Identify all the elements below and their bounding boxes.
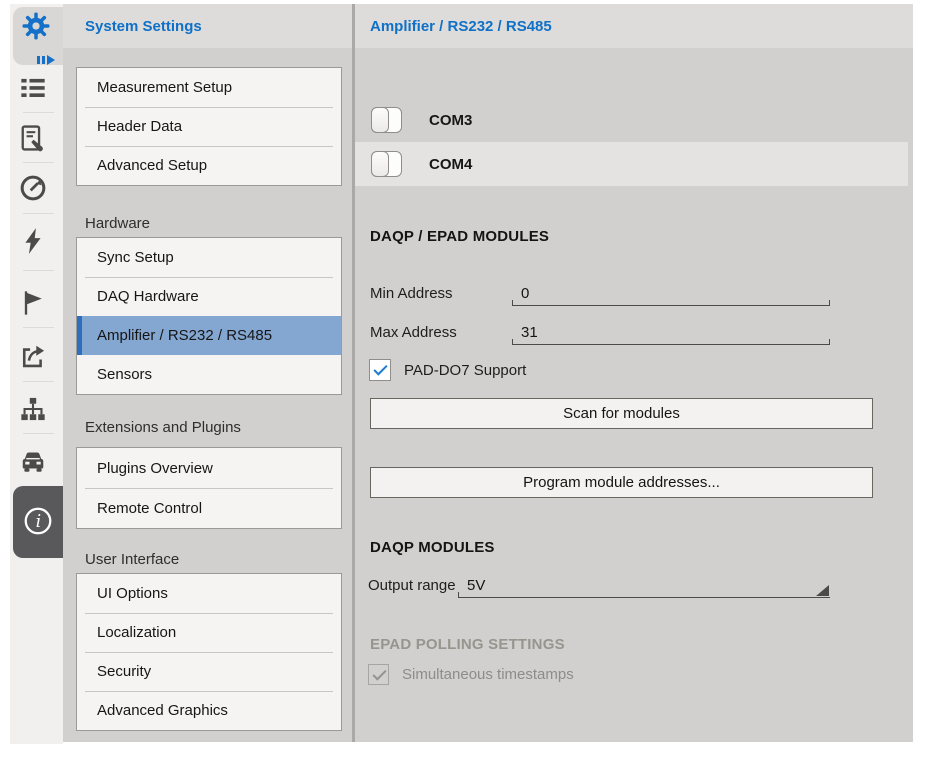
output-range-row: Output range 5V bbox=[355, 573, 913, 599]
section-label-user-interface: User Interface bbox=[85, 550, 179, 570]
com4-label: COM4 bbox=[429, 156, 472, 173]
settings-sidebar: System Settings Measurement Setup Header… bbox=[63, 4, 352, 742]
tab-settings[interactable] bbox=[13, 7, 63, 65]
max-address-row: Max Address 31 bbox=[355, 320, 913, 346]
toolbar-divider bbox=[23, 270, 54, 271]
max-address-label: Max Address bbox=[370, 320, 457, 346]
sitemap-icon bbox=[19, 395, 47, 423]
output-range-dropdown[interactable]: 5V bbox=[458, 573, 830, 598]
sidebar-item-sensors[interactable]: Sensors bbox=[77, 355, 341, 394]
toolbar-divider bbox=[23, 112, 54, 113]
car-icon bbox=[19, 447, 47, 475]
sidebar-item-security[interactable]: Security bbox=[77, 652, 341, 691]
toolbar-divider bbox=[23, 213, 54, 214]
sidebar-item-daq-hardware[interactable]: DAQ Hardware bbox=[77, 277, 341, 316]
toolbar-button-vehicle[interactable] bbox=[18, 446, 48, 476]
svg-text:i: i bbox=[36, 512, 42, 532]
min-address-input[interactable]: 0 bbox=[512, 281, 830, 306]
play-bars-icon bbox=[37, 52, 55, 70]
sidebar-item-advanced-graphics[interactable]: Advanced Graphics bbox=[77, 691, 341, 730]
com4-row: COM4 bbox=[355, 142, 908, 186]
sidebar-group-general: Measurement Setup Header Data Advanced S… bbox=[76, 67, 342, 186]
sidebar-item-amplifier-rs232-rs485[interactable]: Amplifier / RS232 / RS485 bbox=[77, 316, 341, 355]
toolbar-button-network[interactable] bbox=[18, 394, 48, 424]
toolbar-button-export[interactable] bbox=[18, 341, 48, 371]
epad-polling-settings-heading: EPAD POLLING SETTINGS bbox=[370, 636, 565, 654]
com3-row: COM3 bbox=[355, 98, 908, 142]
export-icon bbox=[19, 342, 47, 370]
com4-toggle[interactable] bbox=[371, 151, 402, 177]
sidebar-item-advanced-setup[interactable]: Advanced Setup bbox=[77, 146, 341, 185]
min-address-label: Min Address bbox=[370, 281, 453, 307]
info-icon: i bbox=[22, 505, 54, 542]
toolbar-button-acquisition[interactable] bbox=[18, 226, 48, 256]
sidebar-group-extensions: Plugins Overview Remote Control bbox=[76, 447, 342, 529]
simultaneous-timestamps-checkbox bbox=[368, 664, 389, 685]
sidebar-item-plugins-overview[interactable]: Plugins Overview bbox=[77, 448, 341, 488]
dropdown-arrow-icon bbox=[816, 585, 829, 596]
daqp-epad-modules-heading: DAQP / EPAD MODULES bbox=[370, 228, 549, 246]
pad-do7-row: PAD-DO7 Support bbox=[369, 359, 526, 381]
toolbar-button-channel-list[interactable] bbox=[18, 73, 48, 103]
sidebar-item-ui-options[interactable]: UI Options bbox=[77, 574, 341, 613]
toolbar-button-setup-file[interactable] bbox=[18, 123, 48, 153]
min-address-value: 0 bbox=[521, 285, 529, 302]
sidebar-item-sync-setup[interactable]: Sync Setup bbox=[77, 238, 341, 277]
sidebar-title: System Settings bbox=[85, 18, 202, 35]
toolbar-divider bbox=[23, 381, 54, 382]
program-module-addresses-button[interactable]: Program module addresses... bbox=[370, 467, 873, 498]
com3-label: COM3 bbox=[429, 112, 472, 129]
setup-file-wrench-icon bbox=[19, 124, 47, 152]
toolbar-button-measure[interactable] bbox=[18, 173, 48, 203]
section-label-extensions: Extensions and Plugins bbox=[85, 418, 241, 438]
sidebar-item-measurement-setup[interactable]: Measurement Setup bbox=[77, 68, 341, 107]
section-label-hardware: Hardware bbox=[85, 214, 150, 234]
gear-icon bbox=[21, 11, 51, 46]
pad-do7-checkbox[interactable] bbox=[369, 359, 391, 381]
pad-do7-label: PAD-DO7 Support bbox=[404, 362, 526, 379]
main-header: Amplifier / RS232 / RS485 bbox=[355, 4, 913, 48]
toolbar-button-flag[interactable] bbox=[18, 288, 48, 318]
com3-toggle[interactable] bbox=[371, 107, 402, 133]
scan-for-modules-button[interactable]: Scan for modules bbox=[370, 398, 873, 429]
output-range-label: Output range bbox=[368, 573, 456, 599]
sidebar-item-header-data[interactable]: Header Data bbox=[77, 107, 341, 146]
toolbar-divider bbox=[23, 433, 54, 434]
mode-toolbar: i bbox=[10, 4, 63, 744]
simultaneous-timestamps-label: Simultaneous timestamps bbox=[402, 666, 574, 683]
flag-icon bbox=[19, 289, 47, 317]
sidebar-item-localization[interactable]: Localization bbox=[77, 613, 341, 652]
max-address-input[interactable]: 31 bbox=[512, 320, 830, 345]
simultaneous-timestamps-row: Simultaneous timestamps bbox=[368, 664, 574, 685]
lightning-icon bbox=[19, 227, 47, 255]
max-address-value: 31 bbox=[521, 324, 538, 341]
daqp-modules-heading: DAQP MODULES bbox=[370, 539, 495, 557]
toggle-knob bbox=[371, 151, 389, 177]
sidebar-item-remote-control[interactable]: Remote Control bbox=[77, 488, 341, 528]
page-title: Amplifier / RS232 / RS485 bbox=[370, 18, 552, 35]
gauge-icon bbox=[19, 174, 47, 202]
tab-info[interactable]: i bbox=[13, 486, 63, 558]
min-address-row: Min Address 0 bbox=[355, 281, 913, 307]
output-range-value: 5V bbox=[467, 577, 485, 594]
sidebar-header: System Settings bbox=[63, 4, 352, 48]
amplifier-settings-panel: Amplifier / RS232 / RS485 COM3 COM4 DAQP… bbox=[355, 4, 913, 742]
toolbar-divider bbox=[23, 162, 54, 163]
channel-list-icon bbox=[19, 74, 47, 102]
settings-window: i System Settings Measurement Setup Head… bbox=[0, 0, 926, 757]
toolbar-divider bbox=[23, 327, 54, 328]
sidebar-group-hardware: Sync Setup DAQ Hardware Amplifier / RS23… bbox=[76, 237, 342, 395]
toggle-knob bbox=[371, 107, 389, 133]
sidebar-group-user-interface: UI Options Localization Security Advance… bbox=[76, 573, 342, 731]
